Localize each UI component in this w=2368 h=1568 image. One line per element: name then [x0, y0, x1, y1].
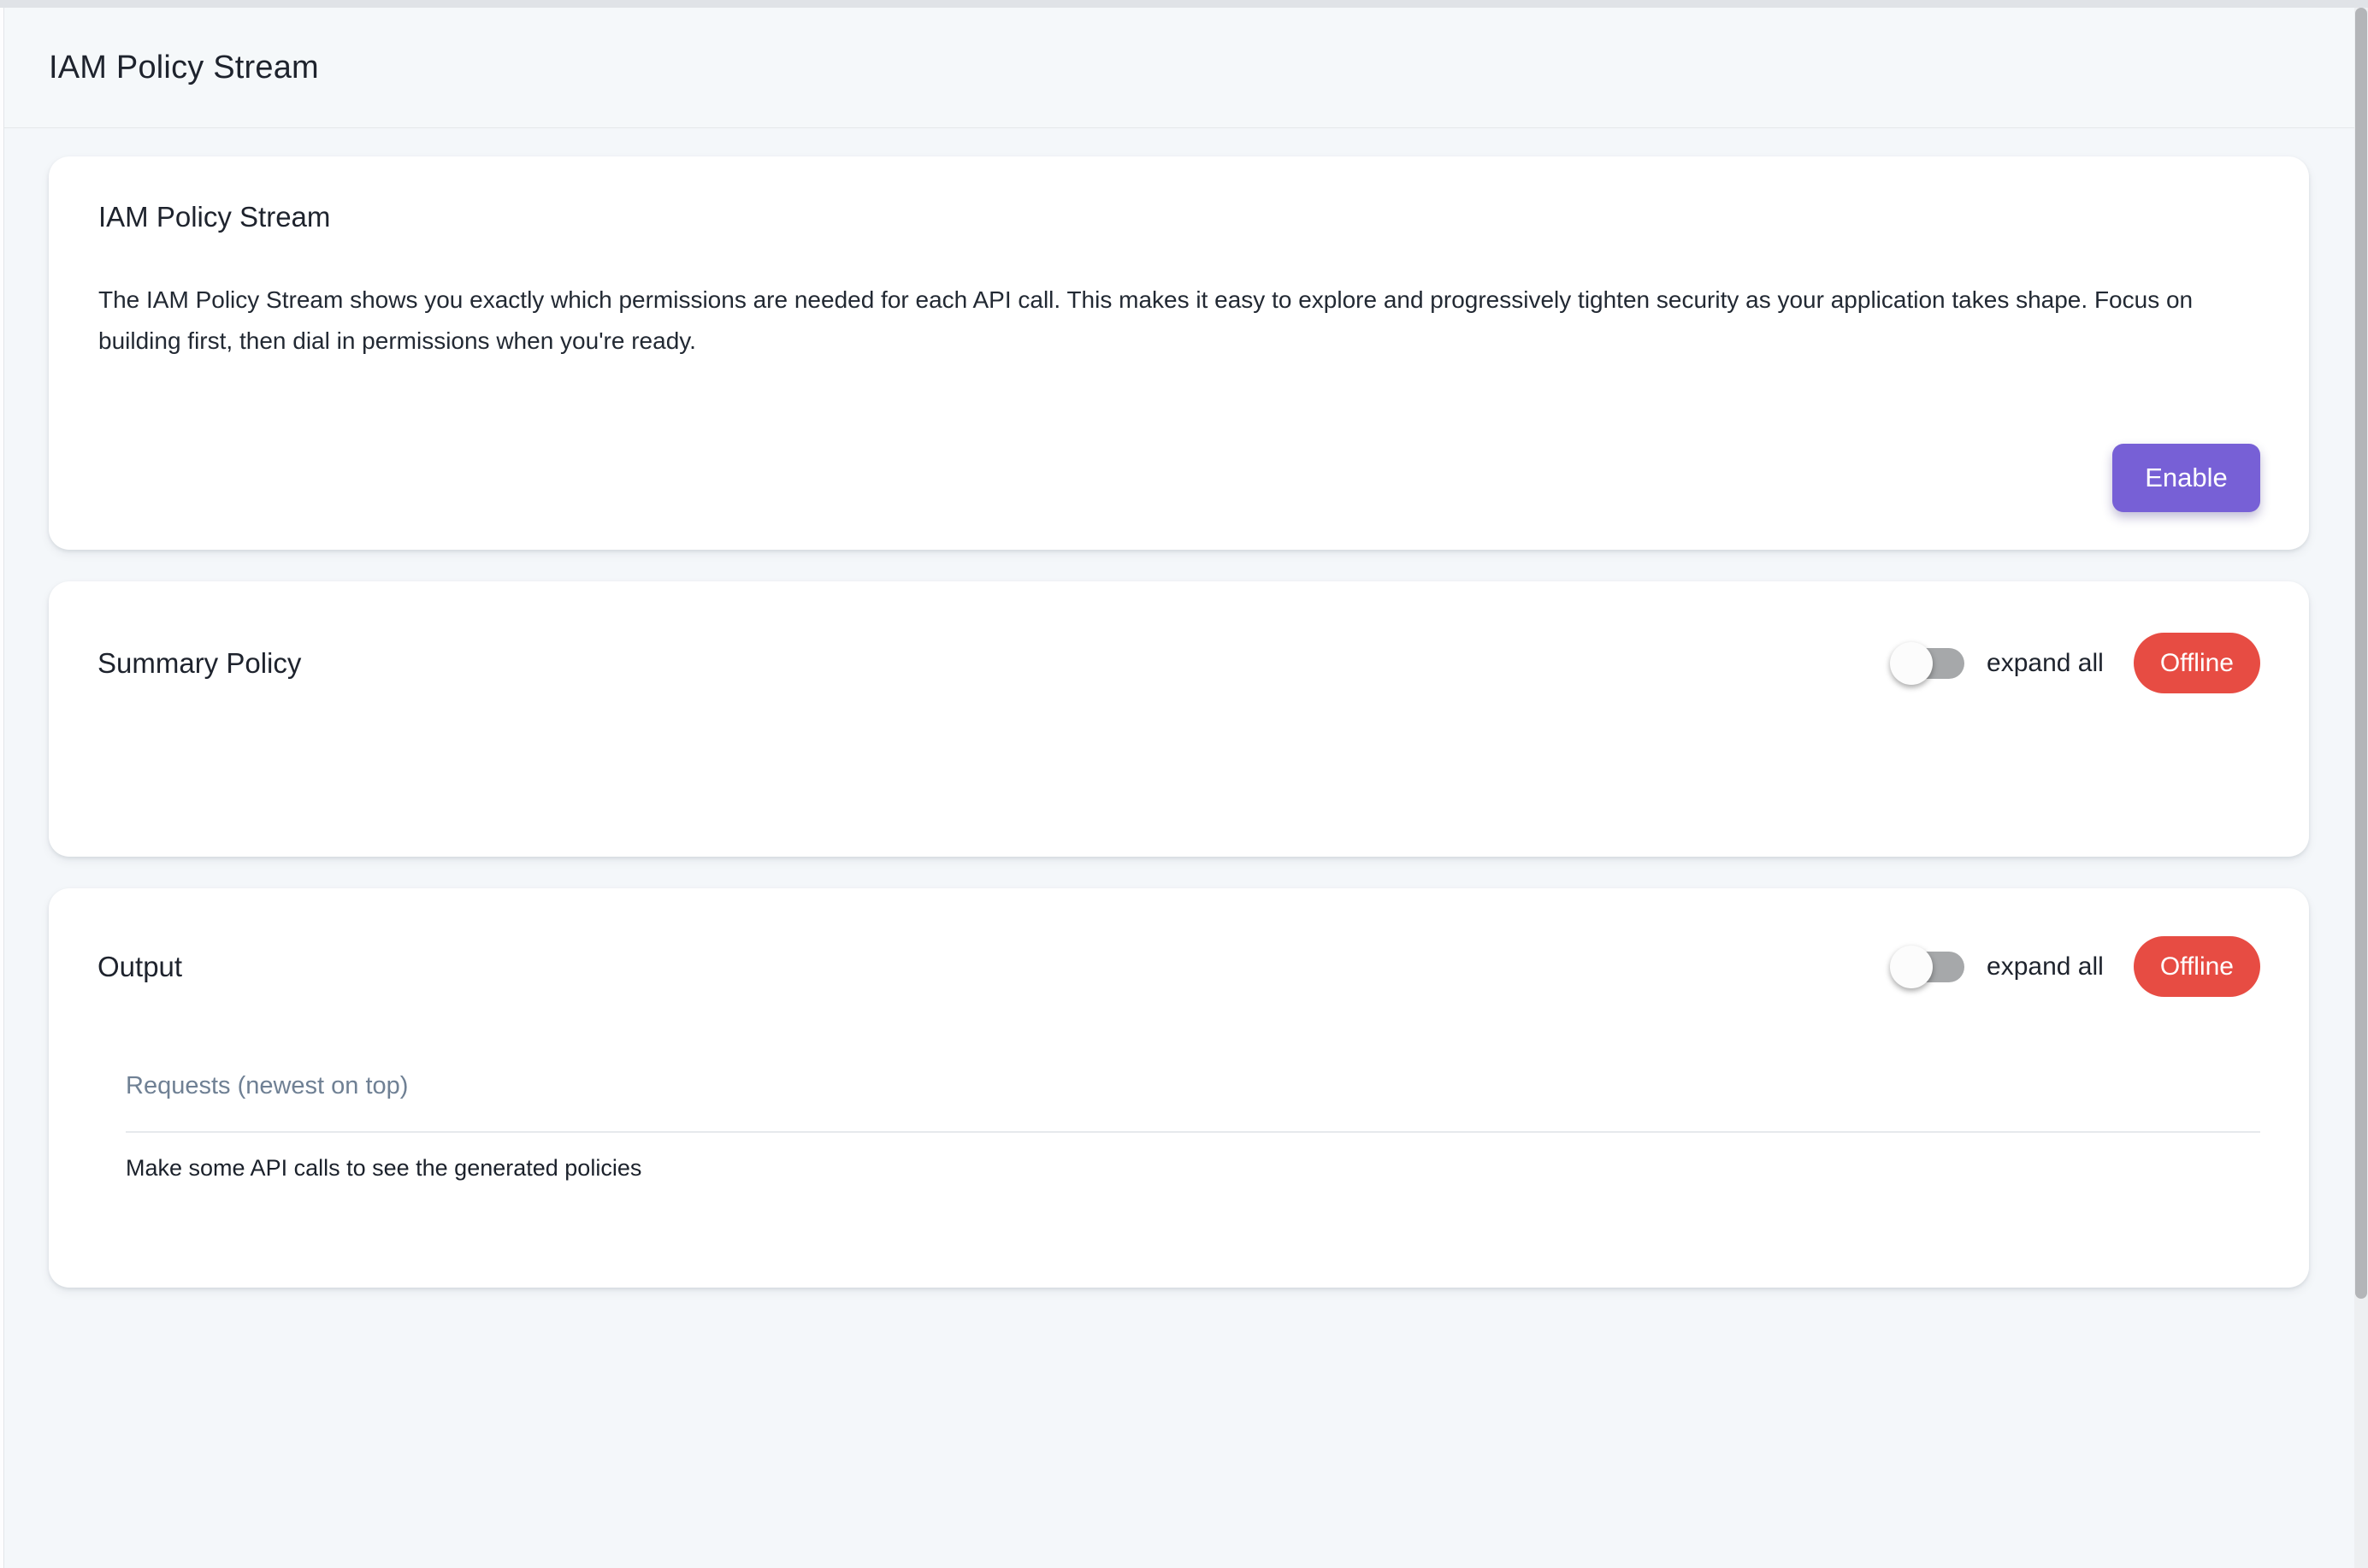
- intro-card-title: IAM Policy Stream: [98, 201, 2260, 233]
- requests-divider: [126, 1131, 2260, 1133]
- toggle-thumb: [1890, 642, 1933, 685]
- output-controls: expand all Offline: [1892, 936, 2260, 997]
- window-left-edge: [0, 8, 4, 1568]
- output-expand-all-toggle[interactable]: [1892, 945, 1964, 989]
- main-content: IAM Policy Stream The IAM Policy Stream …: [4, 128, 2354, 1288]
- output-status-badge: Offline: [2134, 936, 2260, 997]
- summary-policy-controls: expand all Offline: [1892, 633, 2260, 693]
- page-header: IAM Policy Stream: [4, 8, 2354, 128]
- window-top-edge: [0, 0, 2368, 8]
- summary-policy-title: Summary Policy: [97, 647, 301, 680]
- intro-card-actions: Enable: [98, 444, 2260, 512]
- page-title: IAM Policy Stream: [49, 50, 319, 86]
- output-expand-all-label: expand all: [1987, 952, 2104, 981]
- summary-status-badge: Offline: [2134, 633, 2260, 693]
- requests-empty-message: Make some API calls to see the generated…: [126, 1155, 2260, 1182]
- scrollbar-thumb[interactable]: [2355, 8, 2367, 1299]
- toggle-thumb: [1890, 946, 1933, 988]
- page-scrollbar[interactable]: [2354, 8, 2368, 1568]
- summary-expand-all-label: expand all: [1987, 649, 2104, 678]
- summary-policy-header-row: Summary Policy expand all Offline: [97, 633, 2260, 693]
- output-title: Output: [97, 951, 182, 983]
- output-card: Output expand all Offline Requests (newe…: [49, 888, 2309, 1288]
- requests-panel: Requests (newest on top) Make some API c…: [126, 1072, 2260, 1182]
- output-header-row: Output expand all Offline: [97, 936, 2260, 997]
- summary-policy-card: Summary Policy expand all Offline: [49, 581, 2309, 857]
- summary-expand-all-toggle[interactable]: [1892, 641, 1964, 686]
- intro-card-description: The IAM Policy Stream shows you exactly …: [98, 280, 2219, 362]
- intro-card: IAM Policy Stream The IAM Policy Stream …: [49, 156, 2309, 550]
- enable-button[interactable]: Enable: [2112, 444, 2260, 512]
- requests-title: Requests (newest on top): [126, 1072, 2260, 1100]
